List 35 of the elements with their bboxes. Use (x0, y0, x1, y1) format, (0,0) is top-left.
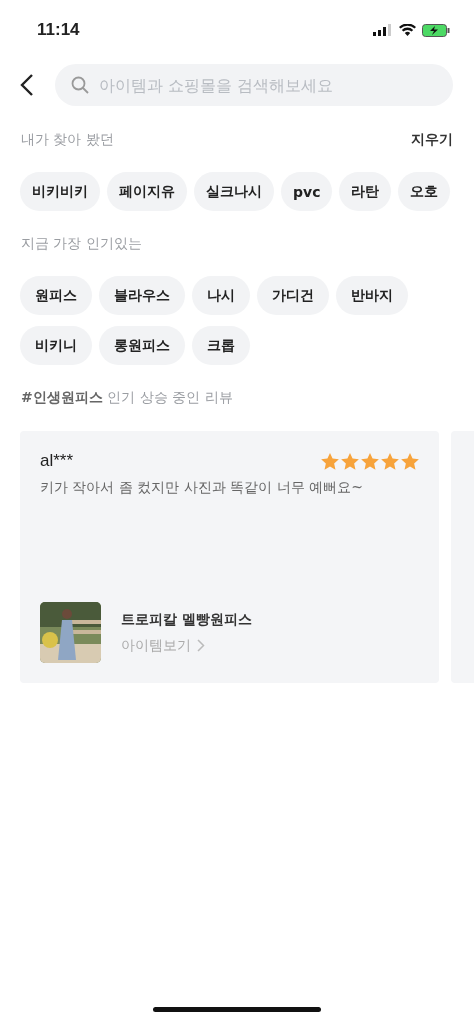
reviewer-name: al*** (40, 451, 74, 471)
keyword-chip[interactable]: 실크나시 (194, 172, 274, 211)
star-icon (401, 452, 419, 470)
keyword-chip[interactable]: 비키니 (20, 326, 92, 365)
keyword-chip[interactable]: 나시 (192, 276, 250, 315)
keyword-chip[interactable]: 원피스 (20, 276, 92, 315)
search-icon (71, 76, 89, 94)
wifi-icon (399, 24, 416, 36)
section-title: 지금 가장 인기있는 (21, 235, 142, 253)
keyword-chip[interactable]: 가디건 (257, 276, 329, 315)
star-icon (321, 452, 339, 470)
review-card[interactable]: al*** 키가 작아서 좀 컸지만 사진과 똑같이 너무 예뻐요~ 트로피칼 멜빵원피스 아이템보기 (20, 431, 439, 683)
section-title: #인생원피스 인기 상승 중인 리뷰 (21, 389, 233, 407)
keyword-chip[interactable]: 반바지 (336, 276, 408, 315)
keyword-chip[interactable]: 오호 (398, 172, 451, 211)
keyword-chip[interactable]: pvc (281, 172, 333, 211)
keyword-chip[interactable]: 크롭 (192, 326, 250, 365)
section-title: 내가 찾아 봤던 (21, 131, 114, 149)
keyword-chip[interactable]: 라탄 (339, 172, 392, 211)
star-icon (341, 452, 359, 470)
battery-icon (422, 23, 450, 37)
status-time: 11:14 (37, 20, 80, 40)
signal-icon (373, 24, 393, 36)
keyword-chip[interactable]: 블라우스 (99, 276, 185, 315)
search-field[interactable]: 아이템과 쇼핑몰을 검색해보세요 (55, 64, 453, 106)
keyword-chip[interactable]: 비키비키 (20, 172, 100, 211)
review-text: 키가 작아서 좀 컸지만 사진과 똑같이 너무 예뻐요~ (40, 479, 364, 497)
item-name: 트로피칼 멜빵원피스 (121, 610, 252, 629)
chevron-icon (197, 639, 205, 652)
keyword-chip[interactable]: 롱원피스 (99, 326, 185, 365)
keyword-chip[interactable]: 페이지유 (107, 172, 187, 211)
star-icon (381, 452, 399, 470)
star-icon (361, 452, 379, 470)
back-icon[interactable] (20, 73, 34, 97)
clear-button[interactable]: 지우기 (411, 131, 453, 149)
